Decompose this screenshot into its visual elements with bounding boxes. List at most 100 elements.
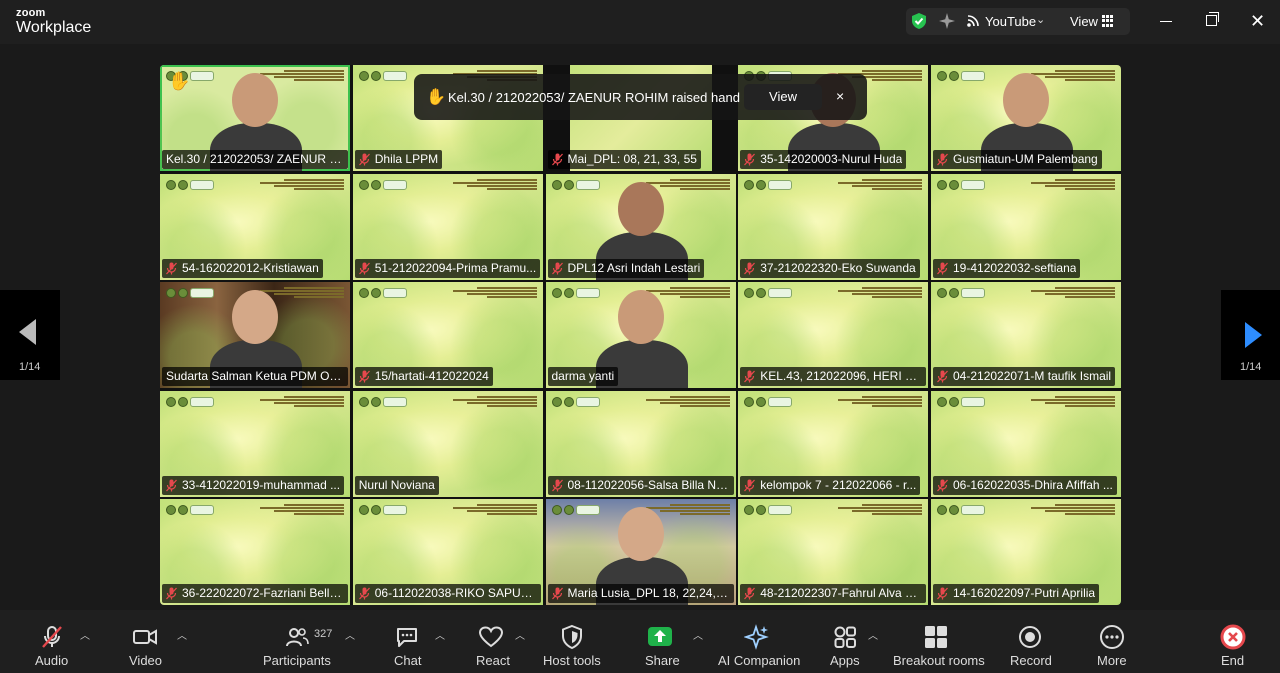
participant-name-label: DPL12 Asri Indah Lestari [547, 258, 705, 278]
participant-tile[interactable]: 37-212022320-Eko Suwanda [738, 173, 929, 280]
mic-muted-icon [551, 262, 563, 274]
chat-options-chevron-icon[interactable]: ︿ [435, 627, 445, 642]
participant-face [617, 290, 664, 344]
participant-name: 33-412022019-muhammad ... [182, 477, 341, 492]
event-banner-text [838, 178, 923, 194]
participant-tile[interactable]: darma yanti [545, 282, 736, 388]
participant-name: 54-162022012-Kristiawan [182, 260, 319, 275]
participant-name-label: Sudarta Salman Ketua PDM Og... [162, 367, 348, 386]
host-tools-button[interactable]: Host tools [540, 620, 604, 670]
event-logos [358, 288, 417, 298]
audio-button[interactable]: Audio [30, 620, 74, 670]
participant-name: 37-212022320-Eko Suwanda [760, 260, 916, 275]
more-button[interactable]: More [1094, 620, 1130, 670]
participant-tile[interactable]: 19-412022032-seftiana [931, 173, 1121, 280]
participant-tile[interactable]: 06-112022038-RIKO SAPUTRA [352, 499, 543, 605]
minimize-window-button[interactable] [1160, 21, 1172, 22]
apps-button[interactable]: Apps [828, 620, 862, 670]
participant-tile[interactable]: 54-162022012-Kristiawan [160, 173, 350, 280]
event-logos [744, 505, 802, 515]
participant-name: Dhila LPPM [374, 152, 439, 166]
apps-icon [834, 626, 856, 648]
event-logos [937, 396, 995, 407]
event-logos [937, 179, 995, 190]
mic-muted-icon [166, 479, 177, 491]
participant-tile[interactable]: Nurul Noviana [352, 390, 543, 497]
participant-name-label: kelompok 7 - 212022066 - r... [740, 475, 921, 495]
arrow-right-icon[interactable] [1245, 322, 1262, 348]
restore-window-button[interactable] [1206, 12, 1219, 26]
video-button[interactable]: Video [124, 620, 168, 670]
participant-tile[interactable]: 51-212022094-Prima Pramu... [352, 173, 543, 280]
event-banner-text [260, 503, 344, 519]
apps-options-chevron-icon[interactable]: ︿ [868, 627, 878, 642]
participant-tile[interactable]: 08-112022056-Salsa Billa Na... [545, 390, 736, 497]
participant-name: Kel.30 / 212022053/ ZAENUR R... [166, 152, 344, 166]
participant-tile[interactable]: 33-412022019-muhammad ... [160, 390, 350, 497]
participant-tile[interactable]: kelompok 7 - 212022066 - r... [738, 390, 929, 497]
participant-name-label: Gusmiatun-UM Palembang [933, 150, 1102, 169]
react-options-chevron-icon[interactable]: ︿ [515, 627, 525, 642]
mic-muted-icon [358, 370, 370, 383]
participant-tile[interactable]: 04-212022071-M taufik Ismail [931, 282, 1121, 388]
video-options-chevron-icon[interactable]: ︿ [177, 627, 187, 642]
breakout-rooms-button[interactable]: Breakout rooms [892, 620, 985, 670]
participant-tile[interactable]: Maria Lusia_DPL 18, 22,24, 27 [545, 499, 736, 605]
event-logos [551, 179, 610, 190]
participant-name-label: Mai_DPL: 08, 21, 33, 55 [547, 150, 701, 169]
event-logos [358, 396, 417, 407]
participants-count: 327 [314, 628, 333, 640]
share-button[interactable]: Share [640, 620, 680, 670]
participant-tile[interactable]: 15/hartati-412022024 [352, 282, 543, 388]
share-options-chevron-icon[interactable]: ︿ [693, 627, 703, 642]
mic-muted-icon [551, 153, 563, 166]
chat-button[interactable]: Chat [390, 620, 426, 670]
participants-options-chevron-icon[interactable]: ︿ [345, 627, 355, 642]
event-banner-text [452, 178, 537, 194]
participant-name: darma yanti [551, 369, 615, 383]
participant-tile[interactable]: 14-162022097-Putri Aprilia [931, 499, 1121, 605]
participant-tile[interactable]: KEL.43, 212022096, HERI SET... [738, 282, 929, 388]
audio-options-chevron-icon[interactable]: ︿ [80, 627, 90, 642]
share-screen-icon [648, 627, 672, 646]
ai-companion-button[interactable]: AI Companion [716, 620, 800, 670]
notification-view-button[interactable]: View [744, 84, 822, 110]
participant-tile[interactable]: ✋ Kel.30 / 212022053/ ZAENUR R... [160, 65, 350, 171]
security-shield-icon[interactable] [910, 12, 928, 30]
mic-muted-icon [744, 262, 756, 274]
participant-name: 06-162022035-Dhira Afiffah ... [953, 477, 1113, 492]
participant-face [232, 73, 278, 127]
view-menu-button[interactable]: View [1070, 14, 1098, 29]
ai-sparkle-icon[interactable] [938, 12, 956, 30]
youtube-stream-button[interactable]: YouTube [985, 14, 1036, 29]
mic-muted-icon [937, 479, 948, 491]
participant-tile[interactable]: Gusmiatun-UM Palembang [931, 65, 1121, 171]
participant-name: 08-112022056-Salsa Billa Na... [567, 477, 730, 492]
grid-view-icon[interactable] [1102, 15, 1114, 27]
record-button[interactable]: Record [1008, 620, 1052, 670]
participant-name: kelompok 7 - 212022066 - r... [760, 477, 917, 492]
chevron-down-icon[interactable]: ⌄ [1036, 13, 1045, 26]
participant-name-label: 54-162022012-Kristiawan [162, 258, 323, 278]
participant-name: 14-162022097-Putri Aprilia [953, 586, 1096, 600]
end-meeting-button[interactable]: End [1216, 620, 1250, 670]
event-logos [744, 288, 802, 298]
close-window-button[interactable]: ✕ [1250, 12, 1265, 30]
participant-tile[interactable]: Sudarta Salman Ketua PDM Og... [160, 282, 350, 388]
participant-face [232, 290, 278, 344]
arrow-left-icon[interactable] [19, 319, 36, 345]
participant-name: 36-222022072-Fazriani Bella... [182, 586, 344, 600]
participant-tile[interactable]: DPL12 Asri Indah Lestari [545, 173, 736, 280]
participant-tile[interactable]: 36-222022072-Fazriani Bella... [160, 499, 350, 605]
react-button[interactable]: React [474, 620, 510, 670]
record-label: Record [1010, 653, 1052, 668]
participant-name: 35-142020003-Nurul Huda [760, 152, 903, 166]
participant-name: Maria Lusia_DPL 18, 22,24, 27 [567, 586, 730, 600]
participant-tile[interactable]: 06-162022035-Dhira Afiffah ... [931, 390, 1121, 497]
event-banner-text [838, 286, 923, 302]
participant-name-label: 06-162022035-Dhira Afiffah ... [933, 475, 1117, 495]
notification-close-icon[interactable]: × [836, 88, 844, 104]
mic-muted-icon [937, 153, 948, 166]
event-logos [166, 288, 224, 298]
participant-tile[interactable]: 48-212022307-Fahrul Alva D... [738, 499, 929, 605]
